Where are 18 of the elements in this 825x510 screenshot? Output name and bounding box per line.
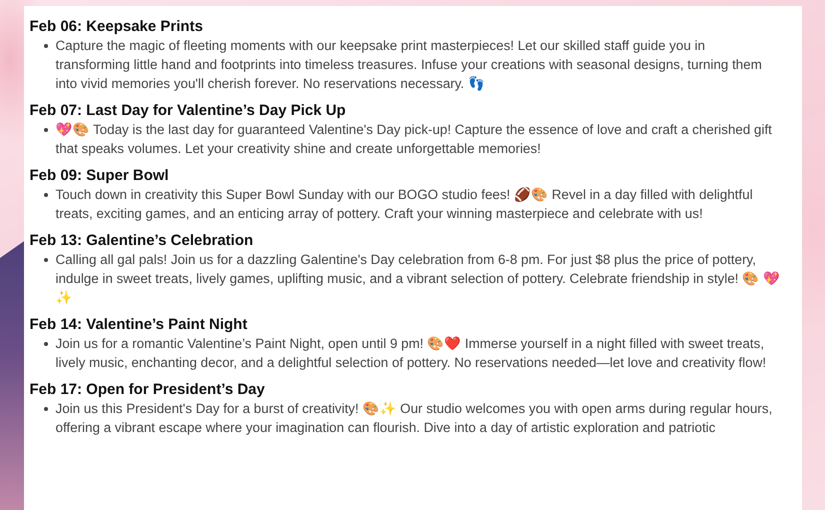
event-title: Feb 14: Valentine’s Paint Night — [30, 316, 248, 333]
event-description: Capture the magic of fleeting moments with our keepsake print masterpieces! Let our skilled staff guide you in transforming little hand and footprints into timeless treasures. Infuse your creations with seasonal designs, turning them into vivid memories you'll cherish forever. No reservations necessary. 👣 — [56, 37, 763, 93]
bullet-icon — [44, 128, 48, 132]
event-title: Feb 09: Super Bowl — [30, 167, 170, 184]
event-description: Join us for a romantic Valentine’s Paint Night, open until 9 pm! 🎨❤ Immerse yourself in a night filled with sweet treats, lively music, enchanting decor, and a delightful selection of pottery. No reservations needed—let love and creativity flow! — [56, 335, 768, 372]
event-title: Feb 06: Keepsake Prints — [30, 18, 204, 35]
event-title: Feb 13: Galentine’s Celebration — [30, 232, 254, 249]
event-title: Feb 17: Open for President’s Day — [30, 381, 266, 398]
bullet-icon — [44, 342, 48, 346]
event-description: Join us this President's Day for a burst of creativity! 🎨✨ Our studio welcomes you with open arms during regular hours, offering a vibrant escape where your imagination can flourish. Dive into a day of artistic exploration and patriotic — [56, 400, 774, 437]
bullet-icon — [44, 258, 48, 262]
bullet-icon — [44, 44, 48, 48]
bullet-icon — [44, 407, 48, 411]
event-description: 💖🎨 Today is the last day for guaranteed Valentine's Day pick-up! Capture the essence of love and craft a cherished gift that speaks volumes. Let your creativity shine and create unforgettable memories! — [56, 121, 773, 158]
event-description: Calling all gal pals! Join us for a dazzling Galentine's Day celebration from 6-8 pm. For just $8 plus the price of pottery, indulge in sweet treats, lively games, uplifting music, and a vibrant selection of pottery. Celebrate friendship in style! 🎨 💖✨ — [56, 251, 781, 307]
event-title: Feb 07: Last Day for Valentine’s Day Pick Up — [30, 102, 347, 119]
bullet-icon — [44, 193, 48, 197]
event-description: Touch down in creativity this Super Bowl Sunday with our BOGO studio fees! 🏈🎨 Revel in a day filled with delightful treats, exciting games, and an enticing array of pottery. Craft your winning masterpiece and celebrate with us! — [56, 186, 754, 223]
